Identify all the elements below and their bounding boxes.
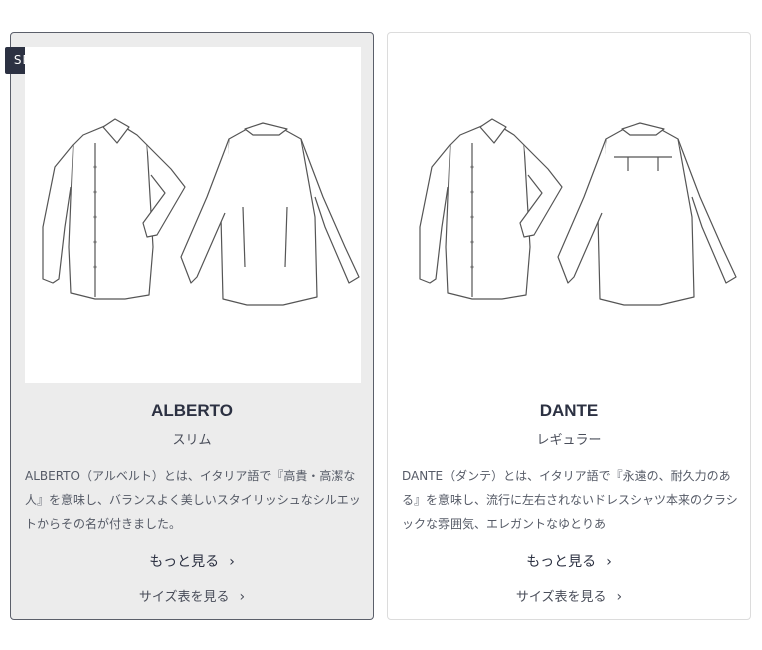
- product-description: ALBERTO（アルベルト）とは、イタリア語で『高貴・高潔な人』を意味し、バラン…: [25, 469, 361, 531]
- size-chart-link[interactable]: サイズ表を見る ›: [11, 586, 373, 605]
- chevron-right-icon: ›: [239, 589, 246, 605]
- product-fit: スリム: [172, 433, 212, 448]
- size-chart-link[interactable]: サイズ表を見る ›: [388, 586, 750, 605]
- shirt-front-back-icon: [419, 118, 737, 306]
- product-name: DANTE: [539, 401, 599, 420]
- product-card-dante[interactable]: DANTE レギュラー DANTE（ダンテ）とは、イタリア語で『永遠の、耐久力の…: [387, 32, 751, 620]
- chevron-right-icon: ›: [606, 554, 612, 570]
- product-description: DANTE（ダンテ）とは、イタリア語で『永遠の、耐久力のある』を意味し、流行に左…: [402, 469, 738, 531]
- shirt-front-back-icon: [42, 118, 360, 306]
- product-name: ALBERTO: [151, 401, 233, 420]
- chevron-right-icon: ›: [616, 589, 623, 605]
- shirt-image-dante: [402, 47, 738, 383]
- size-chart-label: サイズ表を見る: [515, 590, 607, 605]
- more-link[interactable]: もっと見る ›: [11, 551, 373, 571]
- chevron-right-icon: ›: [229, 554, 235, 570]
- shirt-image-alberto: [25, 47, 361, 383]
- more-link[interactable]: もっと見る ›: [388, 551, 750, 571]
- size-chart-label: サイズ表を見る: [138, 590, 230, 605]
- product-card-alberto[interactable]: SELECT ALB: [5, 32, 374, 620]
- more-link-label: もっと見る: [149, 554, 220, 570]
- product-fit: レギュラー: [536, 433, 602, 448]
- more-link-label: もっと見る: [526, 554, 597, 570]
